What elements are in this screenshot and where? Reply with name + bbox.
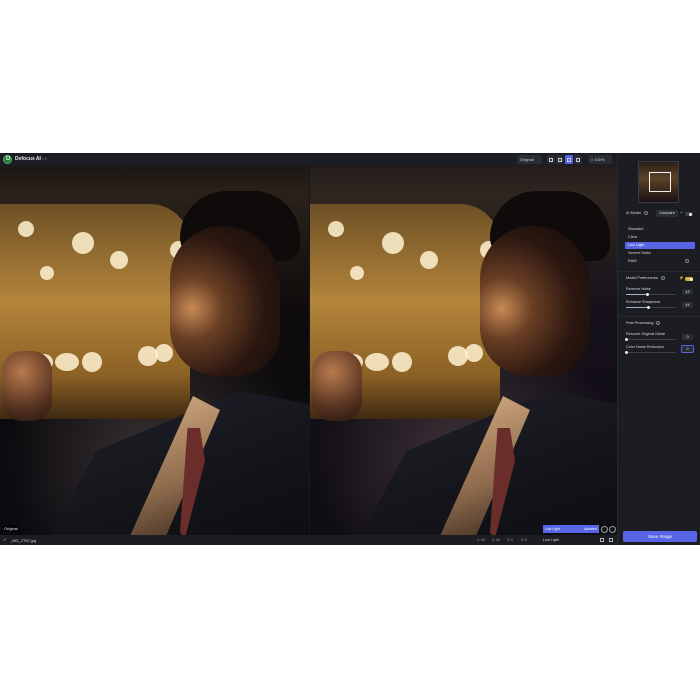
bokeh-light — [110, 251, 128, 269]
side-by-side-view-button[interactable] — [565, 155, 573, 164]
stat-item: 4: 0 — [521, 538, 527, 542]
head — [170, 226, 280, 376]
enhance-sharpness-label: Enhance Sharpness — [626, 300, 661, 304]
compare-toggle[interactable] — [685, 212, 693, 216]
enhance-sharpness-value[interactable]: 44 — [682, 302, 693, 308]
slider-knob[interactable] — [625, 337, 628, 341]
chip-model-name: Low Light — [545, 527, 560, 531]
single-view-button[interactable] — [547, 155, 555, 164]
recover-detail-label: Recover Original Detail — [626, 332, 666, 336]
info-icon[interactable] — [644, 211, 648, 215]
top-bar: D Defocus AI v1.7.0 Original ⌕ 100% — [0, 153, 617, 166]
grid-view-icon — [576, 157, 580, 162]
stat-item: 2: 44 — [492, 538, 500, 542]
bokeh-light — [82, 352, 102, 372]
model-preferences-label: Model Preferences — [626, 276, 658, 280]
zoom-level: 100% — [594, 157, 605, 162]
color-noise-value[interactable]: 0 — [681, 345, 694, 353]
slider-fill — [626, 307, 648, 308]
file-name: _MG_2787.jpg — [10, 538, 37, 543]
grid-view-button[interactable] — [574, 155, 582, 164]
model-option-standard[interactable]: Standard — [625, 226, 695, 233]
bokeh-light — [350, 266, 364, 280]
info-icon[interactable] — [656, 321, 660, 325]
original-photo[interactable]: Original — [0, 166, 309, 535]
app-logo-icon: D — [3, 155, 12, 164]
bokeh-light — [40, 266, 54, 280]
settings-panel: AI Model Compare + Standard Clear Low Li… — [617, 153, 700, 545]
enhance-sharpness-slider[interactable] — [626, 305, 676, 309]
bottom-model-label: Low Light — [543, 538, 560, 542]
bokeh-light — [55, 353, 79, 371]
bokeh-light — [420, 251, 438, 269]
preview-model-chip[interactable]: Low Light Updated — [543, 525, 599, 533]
app-window: D Defocus AI v1.7.0 Original ⌕ 100% Orig… — [0, 153, 700, 545]
stat-item: 1: 43 — [477, 538, 485, 542]
slider-knob[interactable] — [625, 350, 628, 354]
head — [480, 226, 590, 376]
original-label: Original — [2, 525, 20, 532]
stat-item: 3: 0 — [507, 538, 513, 542]
slider-knob[interactable] — [646, 305, 650, 309]
preview-settings-icon[interactable] — [601, 526, 608, 533]
viewport-frame[interactable] — [649, 172, 671, 192]
model-preferences-toggle[interactable] — [685, 277, 693, 281]
single-view-icon — [549, 157, 553, 162]
processed-photo[interactable] — [310, 166, 617, 535]
recover-detail-value[interactable]: 0 — [682, 334, 693, 340]
hand — [2, 351, 52, 421]
plus-icon[interactable]: + — [680, 211, 682, 215]
reset-icon[interactable] — [600, 538, 604, 542]
bokeh-light — [392, 352, 412, 372]
compare-button[interactable]: Compare — [656, 210, 678, 217]
hand — [312, 351, 362, 421]
chip-status: Updated — [583, 527, 597, 531]
split-view-button[interactable] — [556, 155, 564, 164]
remove-noise-slider[interactable] — [626, 292, 676, 296]
bokeh-light — [365, 353, 389, 371]
slider-fill — [626, 294, 648, 295]
model-option-low-light[interactable]: Low Light — [625, 242, 695, 249]
logo-letter: D — [6, 156, 11, 162]
bokeh-light — [382, 232, 404, 254]
save-image-button[interactable]: Save Image — [623, 531, 697, 542]
divider — [618, 271, 700, 272]
bottom-bar: ✓ _MG_2787.jpg 1: 43 2: 44 3: 0 4: 0 Low… — [0, 535, 617, 545]
lightning-icon: ⚡ — [679, 276, 684, 280]
zoom-button[interactable]: ⌕ 100% — [588, 155, 612, 164]
check-icon: ✓ — [3, 537, 7, 542]
info-icon[interactable] — [661, 276, 665, 280]
post-processing-label: Post Processing — [626, 321, 654, 325]
model-option-severe-noise[interactable]: Severe Noise — [625, 250, 695, 257]
bokeh-light — [328, 221, 344, 237]
recover-detail-slider[interactable] — [625, 337, 676, 341]
preview-more-icon[interactable] — [609, 526, 616, 533]
side-by-side-icon — [567, 157, 571, 162]
bokeh-light — [72, 232, 94, 254]
color-noise-slider[interactable] — [625, 350, 676, 354]
app-version: v1.7.0 — [37, 157, 47, 161]
trash-icon[interactable] — [609, 538, 613, 542]
split-view-icon — [558, 157, 562, 162]
remove-noise-value[interactable]: 43 — [682, 289, 693, 295]
info-icon[interactable] — [685, 259, 689, 263]
ai-model-label: AI Model — [626, 211, 641, 215]
slider-knob[interactable] — [646, 292, 649, 296]
remove-noise-label: Remove Noise — [626, 287, 651, 291]
bokeh-light — [18, 221, 34, 237]
model-option-clear[interactable]: Clear — [625, 234, 695, 241]
color-noise-label: Color Noise Reduction — [626, 345, 664, 349]
divider — [618, 316, 700, 317]
navigator-thumbnail[interactable] — [638, 161, 679, 203]
original-toggle-button[interactable]: Original — [517, 155, 542, 164]
